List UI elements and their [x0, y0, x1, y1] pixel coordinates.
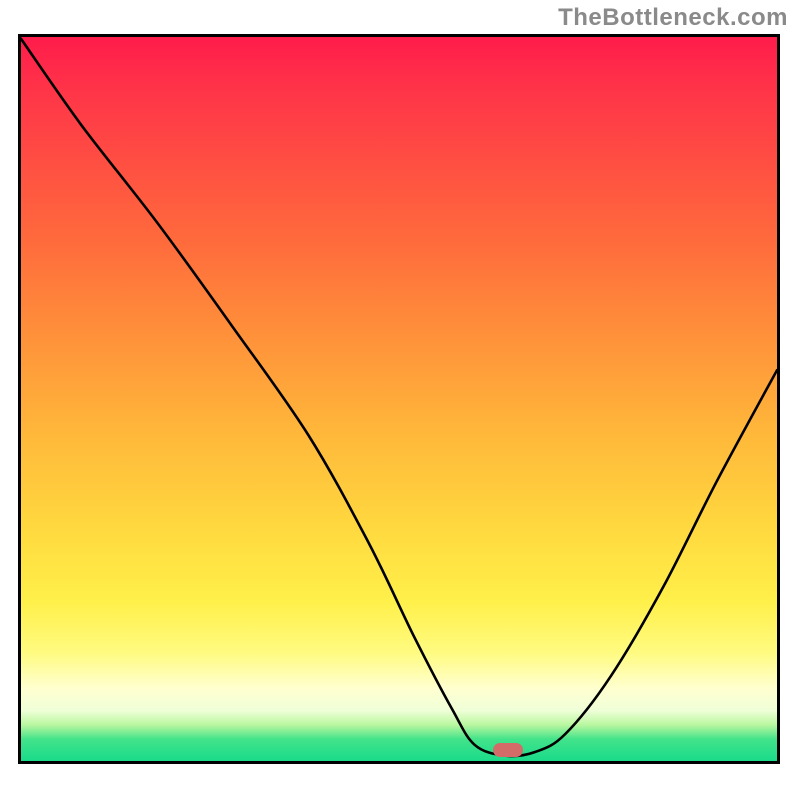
- bottleneck-curve: [21, 37, 777, 761]
- plot-area: [21, 37, 777, 761]
- optimal-marker: [493, 743, 523, 757]
- watermark-label: TheBottleneck.com: [558, 4, 788, 32]
- chart-container: TheBottleneck.com: [0, 0, 800, 800]
